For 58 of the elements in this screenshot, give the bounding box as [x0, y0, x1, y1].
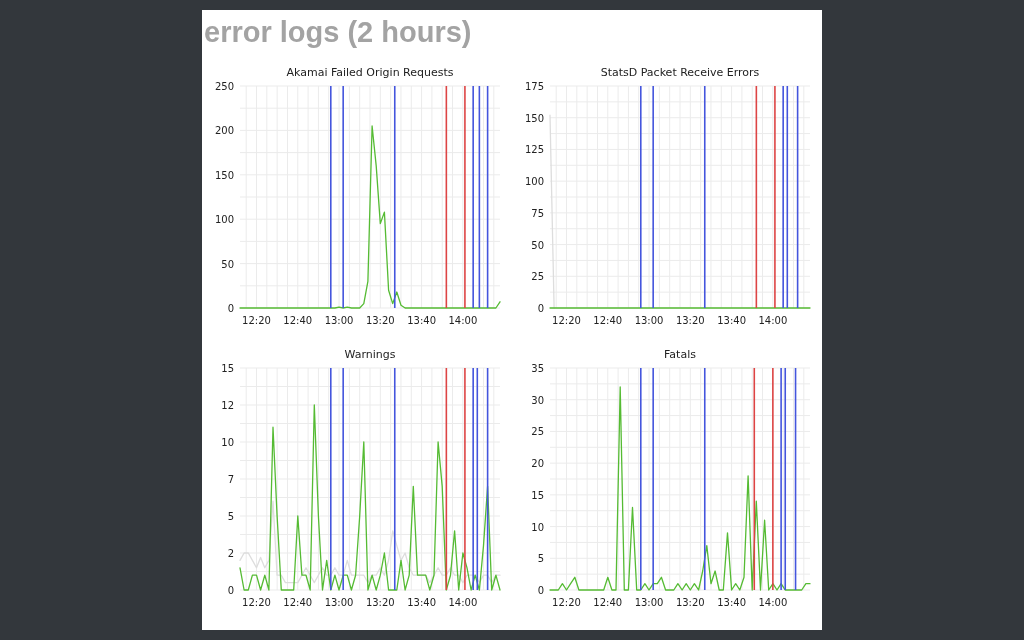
- axis-label: 5: [537, 553, 544, 565]
- axis-label: 13:00: [324, 315, 354, 326]
- axis-label: 13:00: [634, 597, 664, 608]
- axis-label: 200: [214, 125, 234, 137]
- axis-label: 13:00: [634, 315, 664, 326]
- axis-label: 0: [227, 303, 234, 314]
- axis-label: 100: [214, 214, 234, 226]
- axis-label: 12:40: [593, 597, 623, 608]
- axis-label: 125: [524, 144, 544, 156]
- axis-label: 0: [537, 303, 544, 314]
- chart-title: Fatals: [664, 348, 696, 361]
- chart-title: Akamai Failed Origin Requests: [286, 66, 454, 79]
- axis-label: 0: [227, 585, 234, 596]
- axis-label: 12:20: [552, 315, 581, 326]
- axis-label: 12:40: [593, 315, 623, 326]
- axis-label: 13:20: [365, 315, 395, 326]
- axis-label: 13:20: [675, 597, 705, 608]
- axis-label: 14:00: [448, 315, 478, 326]
- axis-label: 14:00: [448, 597, 478, 608]
- axis-label: 13:00: [324, 597, 354, 608]
- chart-title: StatsD Packet Receive Errors: [600, 66, 760, 79]
- axis-label: 25: [531, 426, 544, 438]
- axis-label: 30: [531, 394, 544, 406]
- axis-label: 150: [524, 112, 544, 124]
- axis-label: 5: [227, 511, 234, 522]
- axis-label: 13:20: [365, 597, 395, 608]
- axis-label: 50: [221, 258, 234, 270]
- axis-label: 13:40: [407, 315, 436, 326]
- axis-label: 2: [227, 548, 234, 559]
- axis-label: 150: [214, 169, 234, 181]
- axis-label: 14:00: [758, 315, 788, 326]
- axis-label: 50: [531, 239, 544, 251]
- page-title: error logs (2 hours): [204, 15, 473, 50]
- axis-label: 12:20: [552, 597, 581, 608]
- axis-label: 10: [221, 437, 234, 448]
- axis-label: 12:40: [283, 315, 313, 326]
- axis-label: 12:40: [283, 597, 313, 608]
- axis-label: 12:20: [242, 597, 271, 608]
- axis-label: 12:20: [242, 315, 271, 326]
- axis-label: 15: [221, 363, 234, 374]
- axis-label: 175: [524, 81, 544, 92]
- axis-label: 75: [531, 207, 544, 219]
- axis-label: 10: [531, 521, 544, 533]
- axis-label: 0: [537, 585, 544, 596]
- axis-label: 13:40: [717, 597, 746, 608]
- axis-label: 250: [214, 81, 234, 92]
- axis-label: 13:40: [407, 597, 436, 608]
- axis-label: 12: [221, 400, 234, 411]
- axis-label: 20: [531, 458, 544, 470]
- axis-label: 100: [524, 176, 544, 188]
- axis-label: 14:00: [758, 597, 788, 608]
- axis-label: 13:40: [717, 315, 746, 326]
- axis-label: 25: [531, 271, 544, 283]
- axis-label: 7: [227, 474, 234, 485]
- chart-title: Warnings: [344, 348, 396, 361]
- axis-label: 13:20: [675, 315, 705, 326]
- axis-label: 35: [531, 363, 544, 374]
- axis-label: 15: [531, 489, 544, 501]
